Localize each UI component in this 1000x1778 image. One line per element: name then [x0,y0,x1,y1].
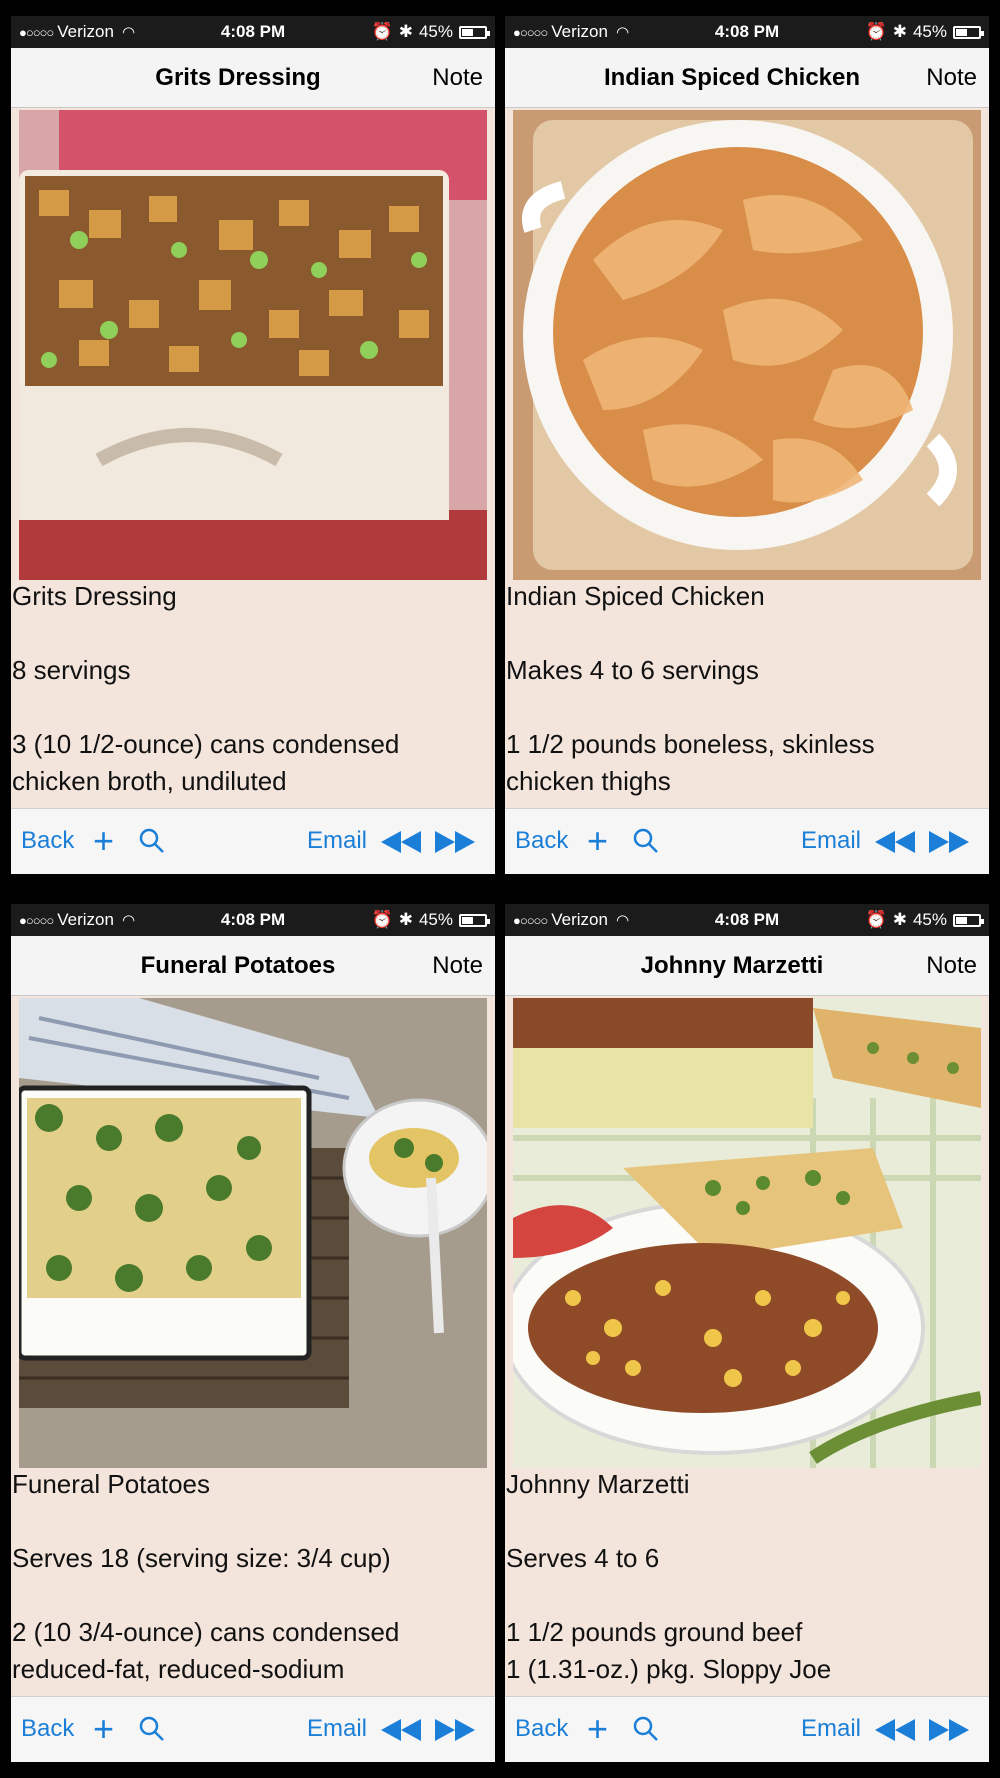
recipe-ingredient-line: 1 1/2 pounds ground beef [506,1617,803,1647]
recipe-servings: Serves 4 to 6 [506,1543,660,1573]
recipe-text: Grits Dressing 8 servings 3 (10 1/2-ounc… [11,578,495,818]
bottom-toolbar: Back + Email [11,1696,495,1762]
note-button[interactable]: Note [432,952,483,980]
add-icon[interactable]: + [93,1708,114,1750]
recipe-ingredient-line: 1 (1.31-oz.) pkg. Sloppy Joe [506,1654,832,1684]
navigation-bar: Grits Dressing Note [11,48,495,108]
back-button[interactable]: Back [515,827,568,855]
search-icon[interactable] [139,828,165,854]
phone-screen-funeral-potatoes: ●○○○○ Verizon ◠ 4:08 PM ⏰ ✱ 45% Funeral Pota… [11,904,495,1762]
back-button[interactable]: Back [21,827,74,855]
alarm-icon: ⏰ [865,22,887,41]
fast-forward-icon[interactable] [929,1719,969,1741]
add-icon[interactable]: + [587,820,608,862]
phone-screen-johnny-marzetti: ●○○○○ Verizon ◠ 4:08 PM ⏰ ✱ 45% Johnny Marze… [505,904,989,1762]
recipe-servings: Serves 18 (serving size: 3/4 cup) [12,1543,391,1573]
add-icon[interactable]: + [587,1708,608,1750]
rewind-icon[interactable] [875,831,915,853]
bottom-toolbar: Back + Email [505,1696,989,1762]
fast-forward-icon[interactable] [435,831,475,853]
status-bar: ●○○○○ Verizon ◠ 4:08 PM ⏰ ✱ 45% [11,16,495,48]
search-icon[interactable] [633,828,659,854]
bottom-toolbar: Back + Email [11,808,495,874]
note-button[interactable]: Note [926,64,977,92]
rewind-icon[interactable] [875,1719,915,1741]
status-bar: ●○○○○ Verizon ◠ 4:08 PM ⏰ ✱ 45% [11,904,495,936]
recipe-photo [19,998,487,1468]
navigation-bar: Funeral Potatoes Note [11,936,495,996]
recipe-servings: Makes 4 to 6 servings [506,655,759,685]
alarm-icon: ⏰ [371,910,393,929]
rewind-icon[interactable] [381,831,421,853]
rewind-icon[interactable] [381,1719,421,1741]
status-bar: ●○○○○ Verizon ◠ 4:08 PM ⏰ ✱ 45% [505,16,989,48]
bluetooth-icon: ✱ [892,22,907,41]
recipe-photo [19,110,487,580]
recipe-ingredient-line: chicken thighs [506,766,671,796]
navigation-bar: Indian Spiced Chicken Note [505,48,989,108]
recipe-photo [513,998,981,1468]
bluetooth-icon: ✱ [398,910,413,929]
nav-title: Johnny Marzetti [640,952,824,979]
alarm-icon: ⏰ [371,22,393,41]
bottom-toolbar: Back + Email [505,808,989,874]
navigation-bar: Johnny Marzetti Note [505,936,989,996]
battery-percent: 45% [912,22,947,41]
battery-icon [459,913,490,927]
recipe-title: Johnny Marzetti [506,1469,690,1499]
bluetooth-icon: ✱ [892,910,907,929]
recipe-ingredient-line: chicken broth, undiluted [12,766,287,796]
recipe-title: Indian Spiced Chicken [506,581,765,611]
recipe-text: Funeral Potatoes Serves 18 (serving size… [11,1466,495,1706]
battery-icon [459,25,490,39]
back-button[interactable]: Back [515,1715,568,1743]
battery-percent: 45% [912,910,947,929]
alarm-icon: ⏰ [865,910,887,929]
fast-forward-icon[interactable] [435,1719,475,1741]
phone-screen-indian-spiced-chicken: ●○○○○ Verizon ◠ 4:08 PM ⏰ ✱ 45% Indian Spice… [505,16,989,874]
nav-title: Grits Dressing [155,64,321,91]
fast-forward-icon[interactable] [929,831,969,853]
battery-percent: 45% [418,22,453,41]
status-bar: ●○○○○ Verizon ◠ 4:08 PM ⏰ ✱ 45% [505,904,989,936]
email-button[interactable]: Email [307,827,367,855]
phone-screen-grits-dressing: ●○○○○ Verizon ◠ 4:08 PM ⏰ ✱ 45% Grits Dressi… [11,16,495,874]
recipe-text: Johnny Marzetti Serves 4 to 6 1 1/2 poun… [505,1466,989,1706]
search-icon[interactable] [633,1716,659,1742]
email-button[interactable]: Email [801,827,861,855]
recipe-ingredient-line: 2 (10 3/4-ounce) cans condensed [12,1617,400,1647]
recipe-title: Grits Dressing [12,581,177,611]
note-button[interactable]: Note [432,64,483,92]
recipe-ingredient-line: 1 1/2 pounds boneless, skinless [506,729,875,759]
add-icon[interactable]: + [93,820,114,862]
recipe-text: Indian Spiced Chicken Makes 4 to 6 servi… [505,578,989,818]
recipe-title: Funeral Potatoes [12,1469,211,1499]
battery-icon [953,913,984,927]
battery-percent: 45% [418,910,453,929]
bluetooth-icon: ✱ [398,22,413,41]
nav-title: Indian Spiced Chicken [603,64,861,91]
email-button[interactable]: Email [307,1715,367,1743]
note-button[interactable]: Note [926,952,977,980]
email-button[interactable]: Email [801,1715,861,1743]
recipe-servings: 8 servings [12,655,131,685]
nav-title: Funeral Potatoes [140,952,336,979]
battery-icon [953,25,984,39]
recipe-photo [513,110,981,580]
search-icon[interactable] [139,1716,165,1742]
recipe-ingredient-line: 3 (10 1/2-ounce) cans condensed [12,729,400,759]
back-button[interactable]: Back [21,1715,74,1743]
recipe-ingredient-line: reduced-fat, reduced-sodium [12,1654,345,1684]
